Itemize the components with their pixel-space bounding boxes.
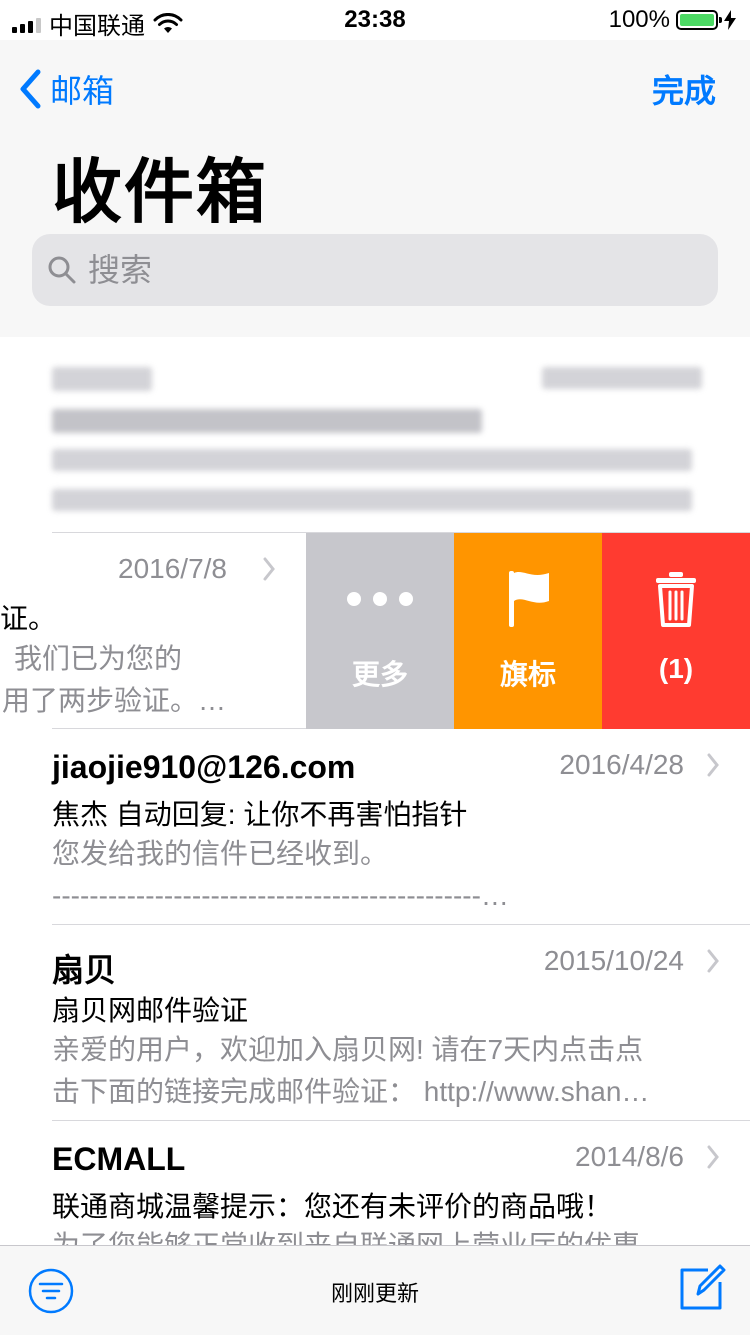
message-preview: 为了您能够正常收到来自联通网上营业厅的优惠	[52, 1225, 702, 1245]
message-preview: 您发给我的信件已经收到。 ---------------------------…	[52, 838, 509, 911]
flag-icon	[454, 569, 602, 629]
navigation-bar: 邮箱 完成 收件箱	[0, 40, 750, 377]
ellipsis-icon	[306, 569, 454, 629]
search-bar[interactable]	[32, 234, 718, 306]
message-subject: 焦杰 自动回复: 让你不再害怕指针	[52, 799, 468, 830]
message-list: 2016/7/8 证。 我们已为您的 用了两步验证。… 更多 旗标 (1) ji…	[0, 337, 750, 1245]
status-right: 100%	[609, 6, 736, 34]
done-button[interactable]: 完成	[652, 66, 716, 112]
message-date: 2014/8/6	[575, 1141, 684, 1172]
trash-icon	[602, 569, 750, 629]
status-bar: 中国联通 23:38 100%	[0, 0, 750, 40]
charging-bolt-icon	[724, 10, 736, 30]
message-preview-line: 用了两步验证。…	[2, 685, 227, 716]
flag-action-button[interactable]: 旗标	[454, 533, 602, 729]
chevron-right-icon	[263, 557, 275, 581]
battery-percent: 100%	[608, 6, 670, 33]
chevron-right-icon	[707, 753, 719, 777]
trash-action-button[interactable]: (1)	[602, 533, 750, 729]
message-date: 2015/10/24	[543, 945, 684, 976]
message-sender: ECMALL	[52, 1141, 186, 1177]
trash-action-label: (1)	[658, 653, 694, 684]
search-icon	[48, 256, 76, 284]
blurred-message-row[interactable]	[0, 337, 750, 533]
chevron-right-icon	[707, 949, 719, 973]
bottom-toolbar: 刚刚更新	[0, 1245, 750, 1335]
message-sender: jiaojie910@126.com	[52, 749, 356, 785]
message-preview: 亲爱的用户，欢迎加入扇贝网! 请在7天内点击点 击下面的链接完成邮件验证： ht…	[52, 1034, 650, 1107]
compose-icon[interactable]	[678, 1262, 726, 1312]
more-action-button[interactable]: 更多	[306, 533, 454, 729]
message-subject: 联通商城温馨提示：您还有未评价的商品哦！	[52, 1191, 613, 1222]
message-row[interactable]: ECMALL 2014/8/6 联通商城温馨提示：您还有未评价的商品哦！ 为了您…	[0, 1121, 750, 1245]
message-subject: 证。	[0, 603, 57, 634]
back-button[interactable]: 邮箱	[18, 66, 114, 112]
message-preview-line: 我们已为您的	[14, 643, 183, 674]
message-row[interactable]: jiaojie910@126.com 2016/4/28 焦杰 自动回复: 让你…	[0, 729, 750, 925]
chevron-left-icon	[20, 69, 41, 109]
message-date: 2016/7/8	[118, 553, 227, 584]
more-action-label: 更多	[351, 659, 408, 690]
message-sender: 扇贝	[52, 952, 117, 988]
message-date: 2016/4/28	[559, 749, 684, 780]
search-input[interactable]	[86, 250, 690, 290]
back-button-label: 邮箱	[50, 73, 115, 109]
message-subject: 扇贝网邮件验证	[52, 995, 249, 1026]
message-row[interactable]: 扇贝 2015/10/24 扇贝网邮件验证 亲爱的用户，欢迎加入扇贝网! 请在7…	[0, 925, 750, 1121]
flag-action-label: 旗标	[499, 659, 556, 690]
swiped-message-row[interactable]: 2016/7/8 证。 我们已为您的 用了两步验证。… 更多 旗标 (1)	[0, 533, 750, 729]
update-status: 刚刚更新	[330, 1281, 419, 1306]
page-title: 收件箱	[52, 153, 268, 231]
battery-icon	[676, 10, 722, 30]
chevron-right-icon	[707, 1145, 719, 1169]
